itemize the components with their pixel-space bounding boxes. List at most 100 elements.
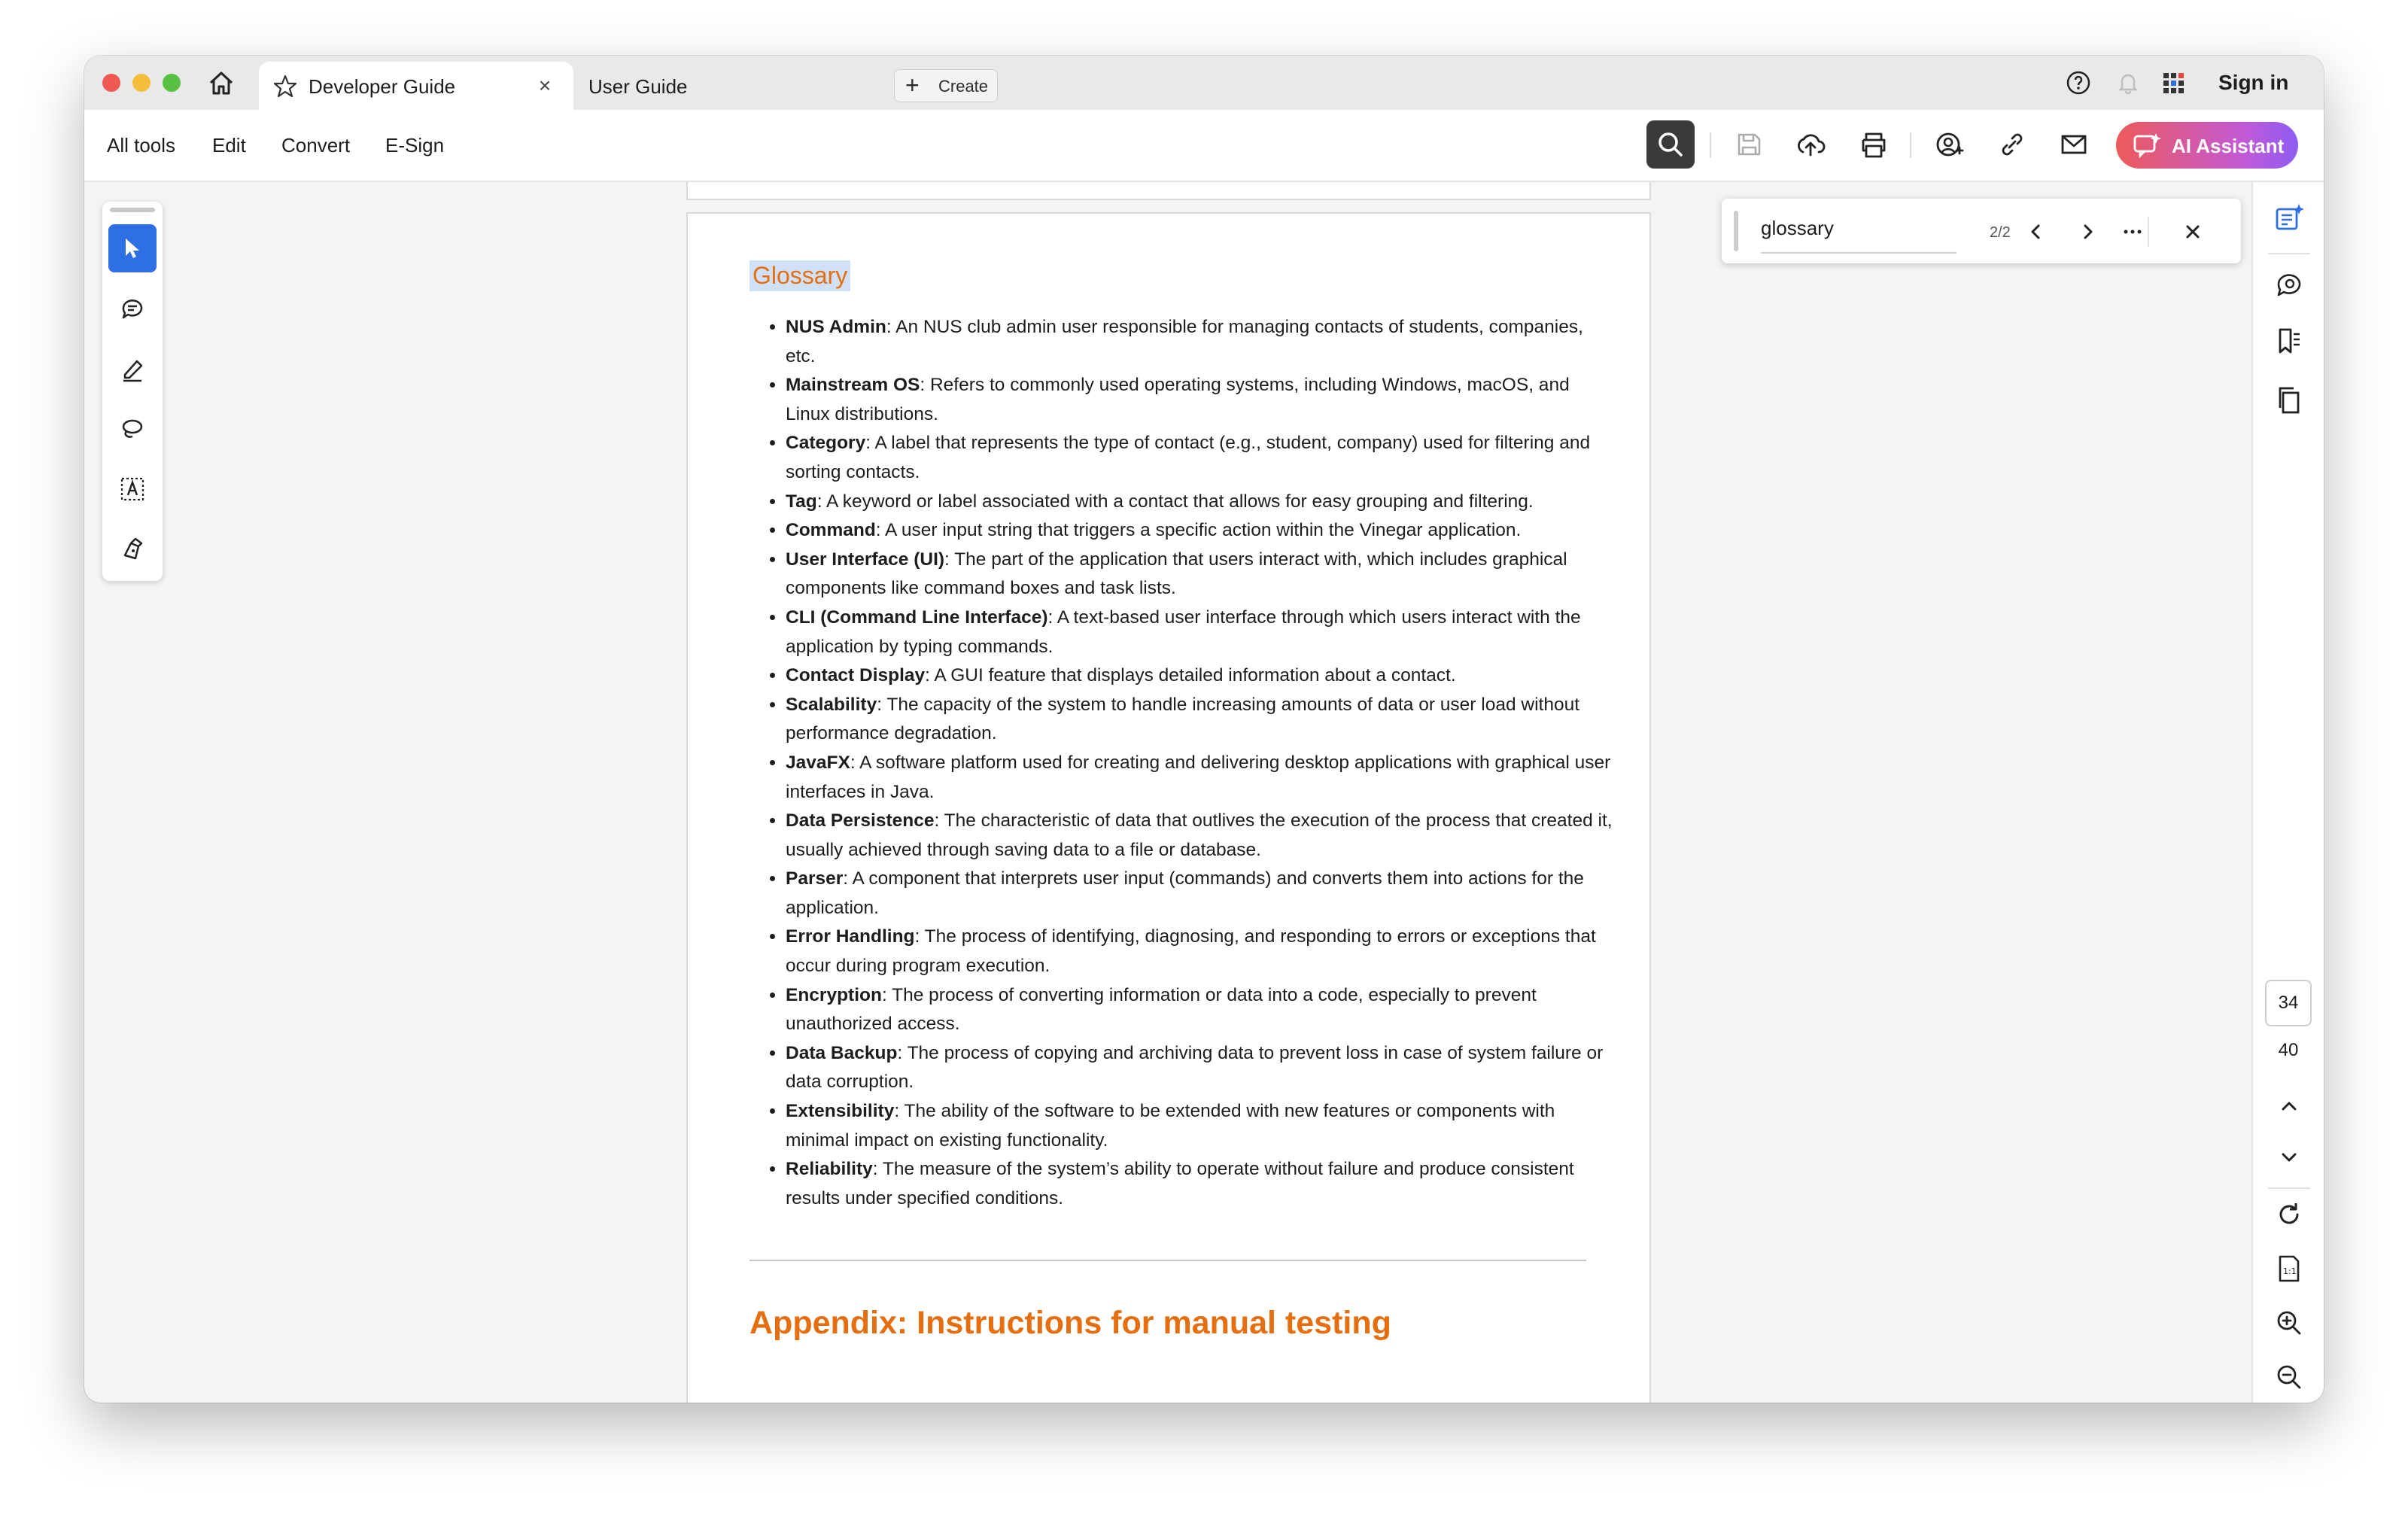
glossary-definition: : The measure of the system’s ability to… — [786, 1159, 1574, 1208]
glossary-item: Error Handling: The process of identifyi… — [786, 923, 1613, 980]
glossary-item: JavaFX: A software platform used for cre… — [786, 749, 1613, 807]
close-tab-icon[interactable]: × — [534, 75, 555, 96]
minimize-window-button[interactable] — [132, 74, 150, 92]
select-tool-button[interactable] — [108, 224, 157, 272]
bookmark-icon[interactable] — [2273, 325, 2306, 358]
chevron-up-icon[interactable] — [2273, 1090, 2306, 1123]
zoom-window-button[interactable] — [163, 74, 181, 92]
glossary-term: Scalability — [786, 694, 877, 715]
glossary-definition: : A component that interprets user input… — [786, 868, 1584, 918]
sign-in-link[interactable]: Sign in — [2218, 71, 2288, 95]
glossary-definition: : The ability of the software to be exte… — [786, 1101, 1555, 1151]
text-box-tool-button[interactable] — [108, 465, 157, 513]
zoom-out-icon[interactable] — [2273, 1360, 2306, 1394]
appendix-heading: Appendix: Instructions for manual testin… — [749, 1305, 1391, 1341]
apps-grid-icon[interactable] — [2160, 69, 2187, 96]
draw-tool-button[interactable] — [108, 405, 157, 453]
toolbar-divider — [1910, 132, 1911, 158]
glossary-term: Encryption — [786, 984, 882, 1005]
glossary-item: Scalability: The capacity of the system … — [786, 691, 1613, 749]
glossary-definition: : A keyword or label associated with a c… — [816, 491, 1534, 512]
current-page-field[interactable]: 34 — [2265, 980, 2312, 1026]
sidebar-divider — [2268, 253, 2310, 254]
quick-tools-rail — [102, 202, 163, 581]
glossary-term: Contact Display — [786, 665, 926, 686]
close-window-button[interactable] — [102, 74, 120, 92]
glossary-term: JavaFX — [786, 752, 850, 773]
bell-icon[interactable] — [2115, 69, 2142, 96]
tab-developer-guide[interactable]: Developer Guide × — [259, 62, 573, 110]
glossary-item: Reliability: The measure of the system’s… — [786, 1155, 1613, 1213]
toolbar-divider — [1710, 132, 1711, 158]
chevron-down-icon[interactable] — [2273, 1141, 2306, 1174]
tab-bar: Developer Guide × User Guide × + Create … — [84, 56, 2324, 110]
rail-drag-handle[interactable] — [110, 208, 155, 212]
glossary-item: CLI (Command Line Interface): A text-bas… — [786, 603, 1613, 661]
glossary-term: Mainstream OS — [786, 375, 920, 396]
glossary-definition: : The capacity of the system to handle i… — [786, 694, 1580, 744]
comment-tool-button[interactable] — [108, 284, 157, 333]
ai-sparkle-icon — [2133, 133, 2161, 159]
comment-icon — [122, 299, 143, 319]
menu-e-sign[interactable]: E-Sign — [385, 134, 444, 157]
more-options-icon[interactable] — [2121, 220, 2145, 244]
glossary-term: Error Handling — [786, 926, 915, 947]
previous-page-edge — [686, 182, 1651, 200]
glossary-item: Command: A user input string that trigge… — [786, 516, 1613, 546]
tab-label: Developer Guide — [309, 75, 456, 98]
glossary-list: NUS Admin: An NUS club admin user respon… — [749, 313, 1613, 1213]
page-fit-icon[interactable]: 1:1 — [2273, 1252, 2306, 1285]
comments-icon[interactable] — [2273, 268, 2306, 301]
glossary-term: Parser — [786, 868, 844, 889]
menu-all-tools[interactable]: All tools — [107, 134, 175, 157]
glossary-definition: : The process of copying and archiving d… — [786, 1042, 1604, 1093]
save-icon[interactable] — [1729, 125, 1768, 164]
glossary-term: Command — [786, 520, 876, 541]
search-icon[interactable] — [1646, 120, 1695, 169]
highlight-tool-button[interactable] — [108, 345, 157, 393]
zoom-in-icon[interactable] — [2273, 1306, 2306, 1339]
glossary-item: Extensibility: The ability of the softwa… — [786, 1097, 1613, 1155]
rotate-icon[interactable] — [2273, 1198, 2306, 1231]
glossary-item: Data Backup: The process of copying and … — [786, 1039, 1613, 1097]
help-icon[interactable] — [2065, 69, 2092, 96]
link-icon[interactable] — [1993, 125, 2032, 164]
glossary-definition: : The process of converting information … — [786, 984, 1537, 1035]
ai-assistant-button[interactable]: AI Assistant — [2116, 122, 2298, 169]
glossary-heading: Glossary — [749, 260, 851, 291]
glossary-item: NUS Admin: An NUS club admin user respon… — [786, 313, 1613, 371]
glossary-term: CLI (Command Line Interface) — [786, 607, 1048, 628]
chevron-right-icon[interactable] — [2075, 220, 2099, 244]
glossary-term: Data Backup — [786, 1042, 898, 1063]
lasso-draw-icon — [122, 419, 143, 438]
cursor-arrow-icon — [126, 239, 139, 258]
print-icon[interactable] — [1854, 125, 1893, 164]
close-icon[interactable] — [2181, 220, 2205, 244]
find-match-count: 2/2 — [1990, 224, 2011, 241]
find-panel: glossary 2/2 — [1722, 199, 2241, 263]
document-page: Glossary NUS Admin: An NUS club admin us… — [686, 212, 1651, 1403]
home-icon[interactable] — [205, 66, 238, 99]
chevron-left-icon[interactable] — [2024, 220, 2048, 244]
glossary-term: Tag — [786, 491, 817, 512]
glossary-item: Mainstream OS: Refers to commonly used o… — [786, 371, 1613, 429]
glossary-definition: : An NUS club admin user responsible for… — [786, 317, 1583, 366]
app-window: Developer Guide × User Guide × + Create … — [84, 56, 2324, 1403]
glossary-item: User Interface (UI): The part of the app… — [786, 546, 1613, 603]
mail-icon[interactable] — [2054, 125, 2093, 164]
menu-convert[interactable]: Convert — [281, 134, 350, 157]
glossary-term: Category — [786, 433, 866, 454]
pages-icon[interactable] — [2273, 384, 2306, 417]
cloud-upload-icon[interactable] — [1791, 125, 1830, 164]
share-user-icon[interactable] — [1929, 125, 1969, 164]
menu-edit[interactable]: Edit — [212, 134, 246, 157]
star-icon[interactable] — [272, 74, 298, 99]
create-button[interactable]: + Create — [894, 69, 998, 102]
find-input[interactable]: glossary — [1761, 217, 1956, 254]
glossary-term: Extensibility — [786, 1101, 895, 1122]
ai-summary-icon[interactable] — [2273, 202, 2306, 235]
sign-tool-button[interactable] — [108, 525, 157, 573]
document-viewer: Glossary NUS Admin: An NUS club admin us… — [84, 182, 2324, 1403]
find-divider — [2148, 217, 2149, 247]
find-drag-handle[interactable] — [1734, 211, 1738, 251]
